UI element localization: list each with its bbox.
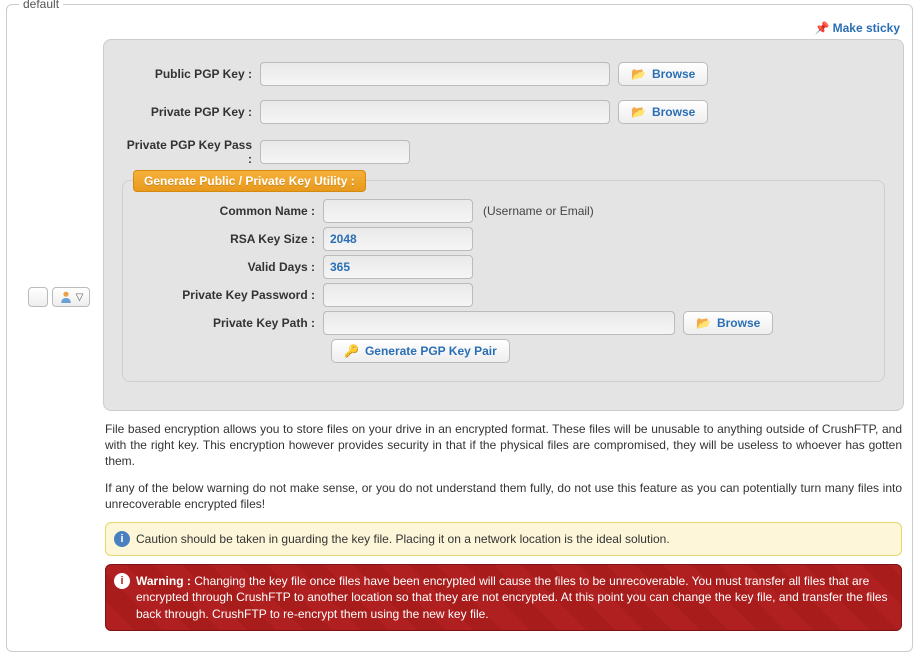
generate-pgp-key-pair-button[interactable]: 🔑 Generate PGP Key Pair: [331, 339, 510, 363]
caution-text: Caution should be taken in guarding the …: [136, 532, 670, 546]
folder-icon: 📂: [631, 67, 646, 81]
warning-alert: i Warning : Changing the key file once f…: [105, 564, 902, 631]
browse-label: Browse: [717, 316, 760, 330]
description-2: If any of the below warning do not make …: [105, 480, 902, 512]
info-icon: i: [114, 531, 130, 547]
key-icon: 🔑: [344, 344, 359, 358]
private-key-path-input[interactable]: [323, 311, 675, 335]
common-name-label: Common Name :: [133, 204, 323, 218]
private-pgp-browse-button[interactable]: 📂 Browse: [618, 100, 708, 124]
public-pgp-browse-button[interactable]: 📂 Browse: [618, 62, 708, 86]
keygen-fieldset: Generate Public / Private Key Utility : …: [122, 180, 885, 382]
private-key-path-label: Private Key Path :: [133, 316, 323, 330]
fieldset-legend: default: [19, 0, 63, 11]
generate-label: Generate PGP Key Pair: [365, 344, 497, 358]
pgp-panel: Public PGP Key : 📂 Browse Private PGP Ke…: [103, 39, 904, 411]
user-checkbox[interactable]: [28, 287, 48, 307]
rsa-key-size-input[interactable]: [323, 227, 473, 251]
browse-label: Browse: [652, 105, 695, 119]
keygen-legend: Generate Public / Private Key Utility :: [133, 170, 366, 192]
common-name-hint: (Username or Email): [483, 204, 594, 218]
private-key-password-input[interactable]: [323, 283, 473, 307]
default-fieldset: default ▽ 📌Make sticky: [6, 4, 913, 652]
user-dropdown[interactable]: ▽: [52, 287, 91, 307]
chevron-down-icon: ▽: [76, 292, 84, 303]
private-pgp-key-label: Private PGP Key :: [120, 105, 260, 119]
valid-days-input[interactable]: [323, 255, 473, 279]
private-key-path-browse-button[interactable]: 📂 Browse: [683, 311, 773, 335]
rsa-key-size-label: RSA Key Size :: [133, 232, 323, 246]
right-column: 📌Make sticky Public PGP Key : 📂 Browse P…: [103, 27, 904, 639]
private-pgp-key-pass-input[interactable]: [260, 140, 410, 164]
common-name-input[interactable]: [323, 199, 473, 223]
private-pgp-key-input[interactable]: [260, 100, 610, 124]
warning-icon: i: [114, 573, 130, 589]
description-1: File based encryption allows you to stor…: [105, 421, 902, 470]
folder-icon: 📂: [631, 105, 646, 119]
caution-alert: i Caution should be taken in guarding th…: [105, 522, 902, 556]
public-pgp-key-input[interactable]: [260, 62, 610, 86]
private-pgp-key-pass-label: Private PGP Key Pass :: [120, 138, 260, 166]
browse-label: Browse: [652, 67, 695, 81]
left-column: ▽: [15, 27, 103, 307]
make-sticky-link[interactable]: 📌Make sticky: [815, 21, 900, 35]
user-selector: ▽: [28, 287, 91, 307]
private-key-password-label: Private Key Password :: [133, 288, 323, 302]
pin-icon: 📌: [815, 21, 830, 35]
warning-label: Warning :: [136, 574, 191, 588]
folder-icon: 📂: [696, 316, 711, 330]
user-icon: [59, 290, 73, 304]
public-pgp-key-label: Public PGP Key :: [120, 67, 260, 81]
warning-text: Changing the key file once files have be…: [136, 574, 888, 620]
valid-days-label: Valid Days :: [133, 260, 323, 274]
make-sticky-label: Make sticky: [833, 21, 900, 35]
